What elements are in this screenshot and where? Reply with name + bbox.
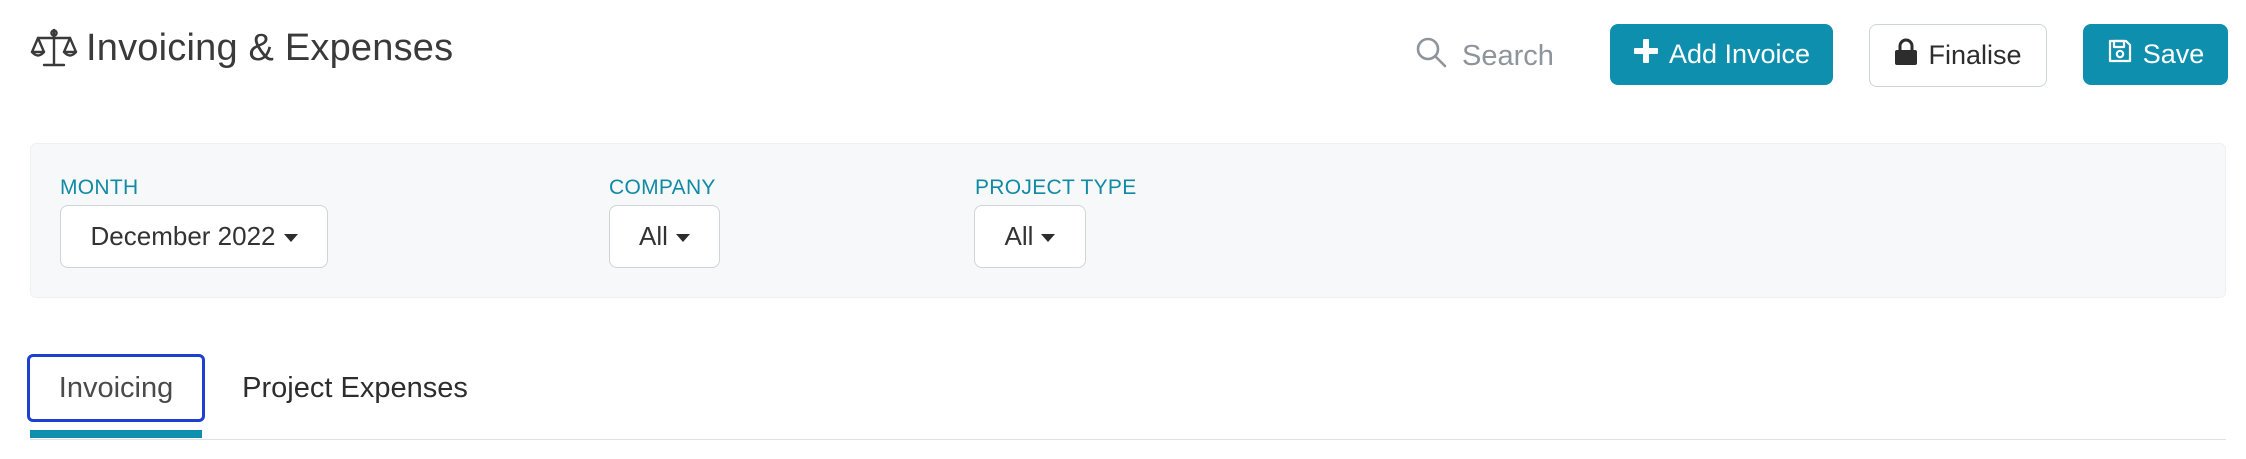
lock-icon	[1894, 38, 1918, 73]
tab-bar: Invoicing Project Expenses	[27, 352, 2226, 440]
company-dropdown[interactable]: All	[609, 205, 720, 268]
finalise-label: Finalise	[1928, 40, 2022, 70]
chevron-down-icon	[283, 234, 298, 242]
plus-icon	[1633, 38, 1659, 71]
project-type-dropdown-value: All	[1004, 221, 1034, 251]
project-type-dropdown[interactable]: All	[974, 205, 1086, 268]
filter-panel: MONTH December 2022 COMPANY All PROJECT …	[30, 143, 2226, 298]
search-icon	[1414, 35, 1448, 77]
month-dropdown[interactable]: December 2022	[60, 205, 328, 268]
save-label: Save	[2142, 39, 2205, 69]
month-dropdown-value: December 2022	[90, 221, 276, 251]
header-bar: Invoicing & Expenses Search Add Invoice	[0, 0, 2246, 110]
company-filter-label: COMPANY	[609, 176, 716, 199]
invoicing-expenses-page: Invoicing & Expenses Search Add Invoice	[0, 0, 2246, 459]
company-dropdown-value: All	[639, 221, 668, 251]
tab-invoicing-label: Invoicing	[58, 371, 174, 404]
save-icon	[2107, 38, 2133, 71]
finalise-button[interactable]: Finalise	[1869, 24, 2047, 87]
search-field[interactable]: Search	[1414, 34, 1554, 78]
chevron-down-icon	[1041, 234, 1056, 242]
month-filter-label: MONTH	[60, 176, 139, 199]
scales-icon	[30, 26, 78, 70]
tab-project-expenses[interactable]: Project Expenses	[235, 354, 475, 422]
title-group: Invoicing & Expenses	[30, 26, 453, 70]
chevron-down-icon	[675, 234, 690, 242]
search-placeholder: Search	[1462, 39, 1554, 72]
add-invoice-button[interactable]: Add Invoice	[1610, 24, 1833, 85]
add-invoice-label: Add Invoice	[1668, 39, 1811, 69]
tab-invoicing[interactable]: Invoicing	[27, 354, 205, 422]
save-button[interactable]: Save	[2083, 24, 2228, 85]
project-type-filter-label: PROJECT TYPE	[975, 176, 1137, 199]
page-title: Invoicing & Expenses	[86, 26, 454, 69]
tab-project-expenses-label: Project Expenses	[242, 371, 468, 404]
active-tab-indicator	[30, 430, 202, 438]
